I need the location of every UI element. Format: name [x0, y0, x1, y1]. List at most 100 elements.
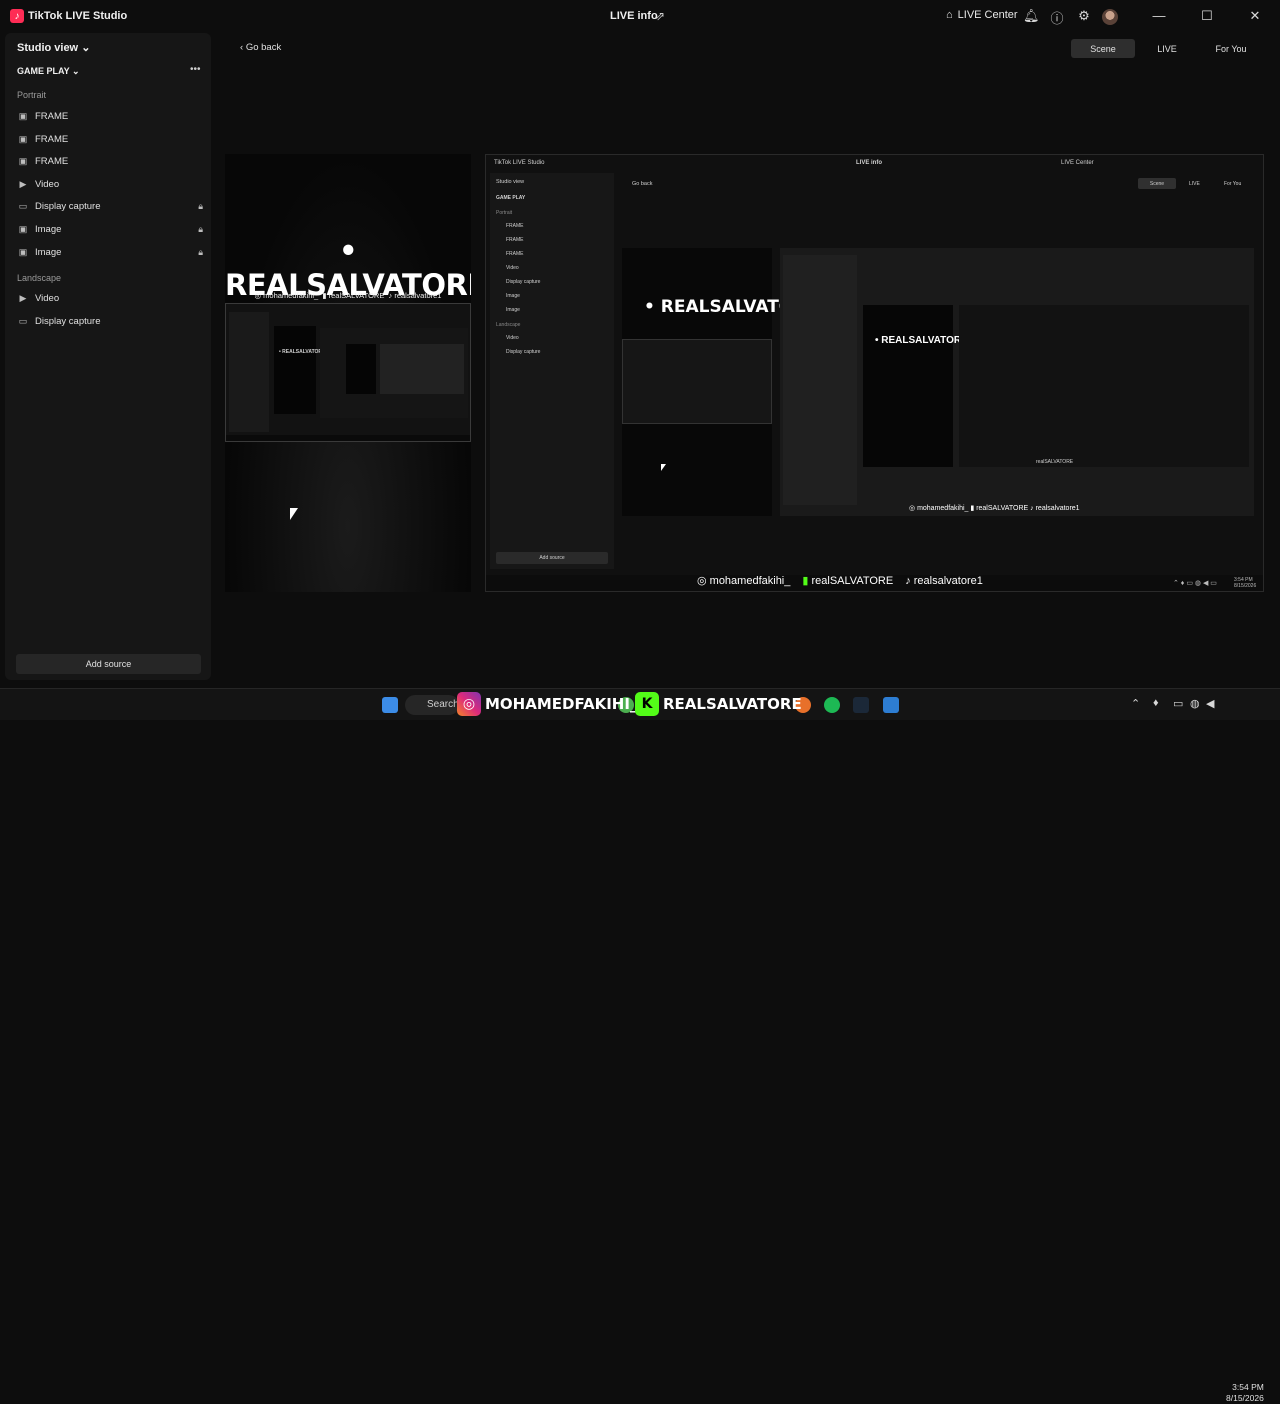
source-label: FRAME: [35, 133, 69, 145]
nested-item-frame: FRAME: [506, 223, 524, 229]
live-center-button[interactable]: ⌂ LIVE Center: [946, 9, 1018, 21]
chevron-down-icon: ⌄: [72, 66, 80, 76]
sources-sidebar: Studio view ⌄ GAME PLAY ⌄ ••• Portrait ▣…: [5, 33, 211, 680]
nested-portrait-capture: [622, 339, 772, 424]
instagram-overlay: ◎ mohamedfakihi_: [697, 574, 790, 587]
add-source-button[interactable]: Add source: [16, 654, 201, 674]
tiktok-logo-icon: ♪: [10, 9, 24, 23]
lock-icon[interactable]: 🔒︎: [198, 224, 203, 235]
nested-portrait-label: Portrait: [496, 210, 513, 216]
lock-icon[interactable]: 🔒︎: [198, 201, 203, 212]
source-item-landscape-video[interactable]: ▶ Video: [17, 289, 203, 307]
system-clock[interactable]: 3:54 PM 8/15/2026: [1226, 1382, 1264, 1404]
nested-landscape-label: Landscape: [496, 322, 521, 328]
microphone-icon[interactable]: ♦: [1153, 697, 1159, 709]
app-icon-blue[interactable]: [883, 697, 899, 713]
help-icon[interactable]: ⓘ: [1049, 8, 1065, 27]
source-label: Image: [35, 223, 62, 235]
instagram-icon: ◎: [697, 575, 710, 587]
nested-tray-icons: ⌃ ♦ ▭ ◍ ◀ ▭: [1173, 580, 1217, 587]
nested-taskbar: [226, 435, 470, 441]
nested-deep-socials: realSALVATORE: [1036, 459, 1074, 465]
kick-banner-text: REALSALVATORE: [663, 695, 802, 713]
source-item-frame-3[interactable]: ▣ FRAME: [17, 152, 203, 170]
tiktok-handle: realsalvatore1: [394, 291, 442, 300]
spotify-icon[interactable]: [824, 697, 840, 713]
nested-add-source: Add source: [496, 552, 608, 564]
maximize-icon[interactable]: ☐: [1197, 8, 1217, 24]
source-item-video[interactable]: ▶ Video: [17, 175, 203, 193]
nested-tab-scene: Scene: [1138, 178, 1176, 189]
view-tabs: Scene LIVE For You: [1071, 39, 1263, 58]
image-icon: ▣: [18, 223, 28, 234]
tab-scene[interactable]: Scene: [1071, 39, 1135, 58]
nested-tab-live: LIVE: [1189, 181, 1200, 187]
play-icon: ▶: [19, 178, 27, 189]
nested-tiktok: realsalvatore1: [1035, 505, 1080, 512]
tab-live[interactable]: LIVE: [1135, 39, 1199, 58]
nested-item-display: Display capture: [506, 279, 541, 285]
source-item-landscape-display-capture[interactable]: ▭ Display capture: [17, 312, 203, 330]
source-item-image-1[interactable]: ▣ Image 🔒︎: [17, 220, 203, 238]
instagram-banner-text: MOHAMEDFAKIHI_: [485, 695, 638, 713]
clock-time: 3:54 PM: [1232, 1382, 1264, 1392]
nested-date: 8/15/2026: [1234, 583, 1257, 589]
windows-start-icon[interactable]: [382, 697, 398, 713]
nested-deep-portrait: [863, 305, 953, 467]
more-options-icon[interactable]: •••: [190, 64, 201, 75]
nested-clock: 3:54 PM 8/15/2026: [1234, 577, 1256, 589]
display-icon[interactable]: ▭: [1173, 697, 1183, 710]
nested-center-title: LIVE info: [856, 160, 882, 166]
source-label: Image: [35, 246, 62, 258]
studio-view-label: Studio view: [17, 42, 79, 54]
source-item-frame-1[interactable]: ▣ FRAME: [17, 107, 203, 125]
nested-instagram: mohamedfakihi_: [917, 505, 969, 512]
source-label: FRAME: [35, 155, 69, 167]
instagram-icon: ◎: [254, 291, 262, 300]
minimize-icon[interactable]: —: [1149, 8, 1169, 23]
mouse-cursor-icon: [290, 508, 298, 520]
nested-item-frame: FRAME: [506, 237, 524, 243]
tiktok-icon: ♪: [388, 291, 393, 300]
instagram-overlay-handle: mohamedfakihi_: [709, 575, 791, 587]
live-info-title[interactable]: LIVE info: [610, 10, 658, 22]
nested-app-title: TikTok LIVE Studio: [494, 160, 545, 166]
nested-sidebar: [229, 312, 269, 432]
go-back-button[interactable]: ‹ Go back: [240, 42, 281, 53]
steam-icon[interactable]: [853, 697, 869, 713]
source-label: Display capture: [35, 315, 101, 327]
image-icon: ▣: [18, 133, 28, 144]
source-item-image-2[interactable]: ▣ Image 🔒︎: [17, 243, 203, 261]
nested-tab-foryou: For You: [1224, 181, 1242, 187]
nested-scene-name: GAME PLAY: [496, 195, 526, 201]
source-label: Video: [35, 178, 60, 190]
kick-overlay: ▮ realSALVATORE: [802, 574, 893, 587]
scene-dropdown[interactable]: GAME PLAY ⌄: [17, 66, 80, 77]
gear-icon[interactable]: ⚙: [1076, 8, 1092, 24]
close-icon[interactable]: ✕: [1245, 8, 1265, 24]
avatar[interactable]: [1102, 9, 1118, 25]
share-icon[interactable]: ⇗: [655, 9, 665, 23]
tab-for-you[interactable]: For You: [1199, 39, 1263, 58]
kick-handle: realSALVATORE: [328, 291, 385, 300]
tiktok-overlay-handle: realsalvatore1: [913, 574, 983, 587]
nested-item-display: Display capture: [506, 349, 541, 355]
source-item-frame-2[interactable]: ▣ FRAME: [17, 130, 203, 148]
network-icon[interactable]: ◍: [1190, 697, 1200, 710]
portrait-canvas-preview[interactable]: • REALSALVATORE • ◎ mohamedfakihi_ ▮ rea…: [225, 154, 471, 592]
chevron-up-icon[interactable]: ⌃: [1131, 697, 1140, 710]
live-center-label: LIVE Center: [957, 9, 1018, 21]
image-icon: ▣: [18, 155, 28, 166]
taskbar-search[interactable]: Search: [405, 695, 459, 715]
studio-view-dropdown[interactable]: Studio view ⌄: [17, 41, 90, 54]
lock-icon[interactable]: 🔒︎: [198, 247, 203, 258]
nested-portrait: [274, 326, 316, 414]
bell-icon[interactable]: 🔔︎: [1023, 8, 1040, 24]
source-item-display-capture[interactable]: ▭ Display capture 🔒︎: [17, 197, 203, 215]
landscape-canvas-preview[interactable]: TikTok LIVE Studio LIVE info LIVE Center…: [485, 154, 1264, 592]
volume-icon[interactable]: ◀: [1206, 697, 1214, 710]
instagram-banner: ◎ MOHAMEDFAKIHI_: [457, 690, 637, 718]
nested-item-image: Image: [506, 293, 520, 299]
nested-inner-portrait: [346, 344, 376, 394]
play-icon: ▶: [19, 292, 27, 303]
